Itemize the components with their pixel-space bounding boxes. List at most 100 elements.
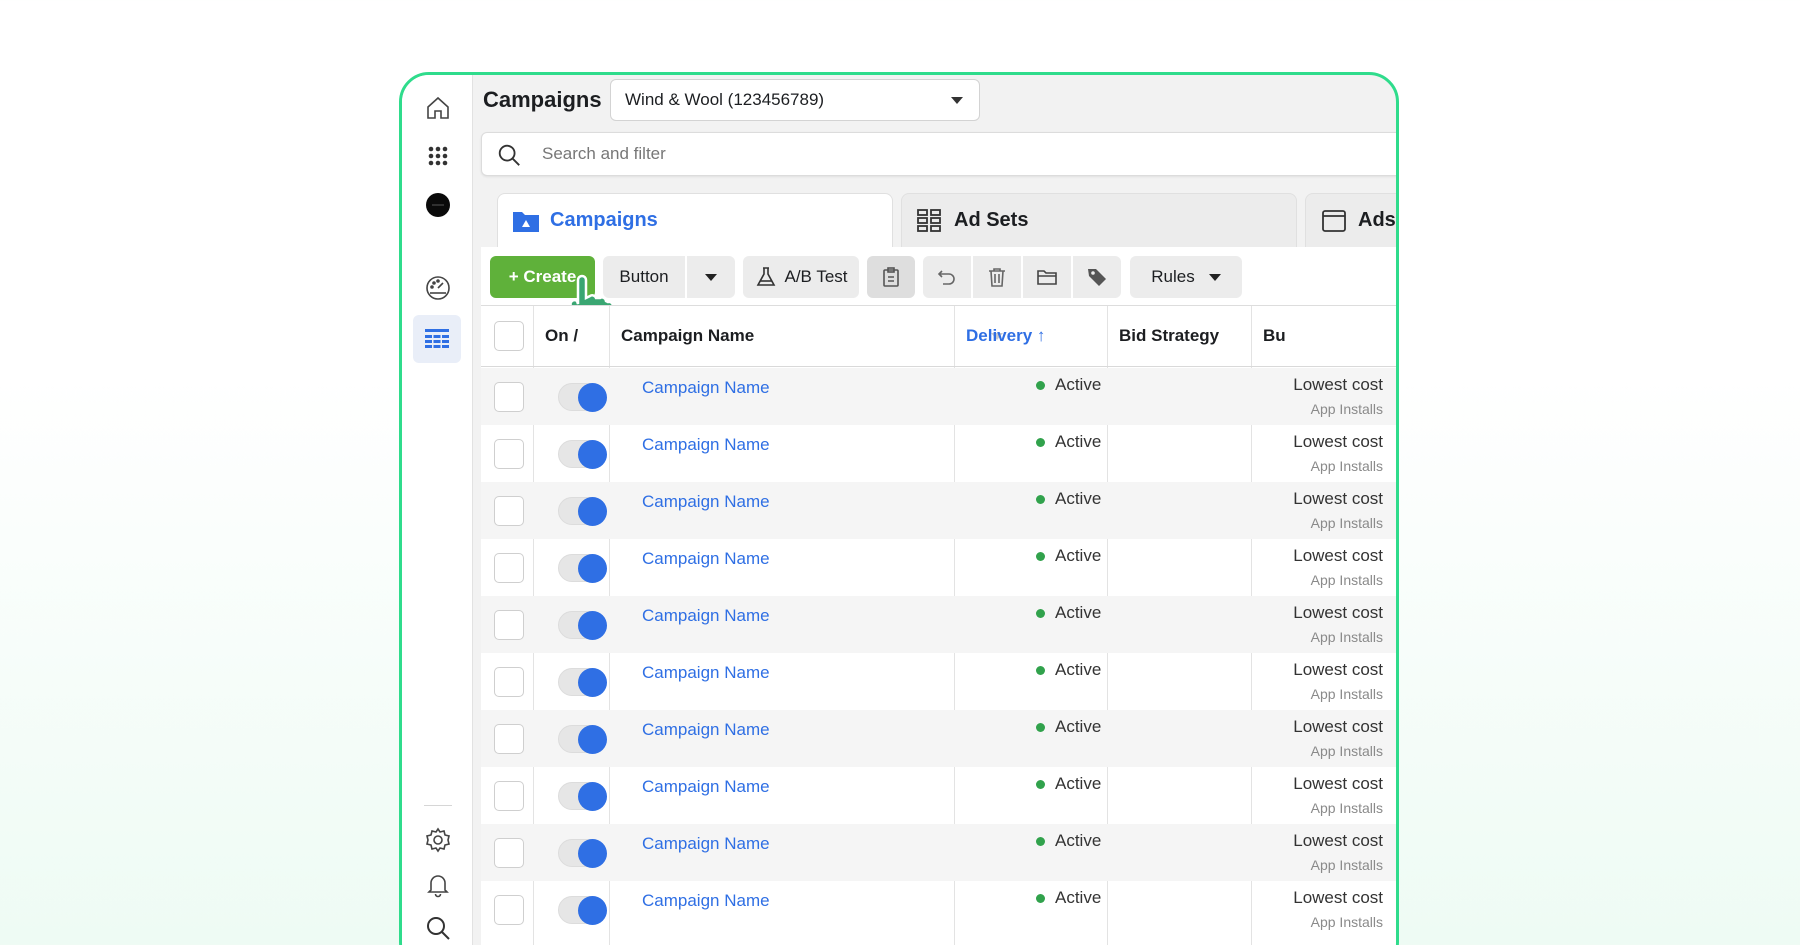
tab-campaigns-label: Campaigns	[550, 209, 658, 231]
apps-button[interactable]	[402, 133, 473, 179]
campaign-folder-icon	[513, 211, 539, 232]
status-dot	[1036, 665, 1045, 675]
rules-button[interactable]: Rules	[1130, 256, 1242, 298]
status-dot	[1036, 893, 1045, 903]
bid-strategy-value: Lowest cost	[1293, 489, 1383, 508]
bid-strategy-value: Lowest cost	[1293, 717, 1383, 736]
campaign-toggle[interactable]	[558, 725, 607, 754]
campaign-toggle[interactable]	[558, 440, 607, 469]
header-divider	[481, 366, 1396, 367]
chevron-down-icon	[705, 273, 717, 281]
column-header-bid-strategy[interactable]: Bid Strategy	[1107, 306, 1219, 366]
campaign-name-link[interactable]: Campaign Name	[642, 549, 770, 569]
bid-strategy-subtext: App Installs	[1310, 629, 1383, 645]
column-header-campaign-name[interactable]: Campaign Name	[609, 306, 754, 366]
table-row[interactable]: Campaign Name Active Lowest cost App Instal…	[481, 824, 1396, 881]
status-dot	[1036, 551, 1045, 561]
search-nav-button[interactable]	[402, 905, 473, 945]
grid-icon	[917, 208, 941, 232]
undo-button[interactable]	[923, 256, 971, 298]
move-folder-button[interactable]	[1023, 256, 1071, 298]
column-header-budget[interactable]: Bu	[1251, 306, 1286, 366]
row-checkbox[interactable]	[494, 496, 524, 526]
campaign-name-link[interactable]: Campaign Name	[642, 777, 770, 797]
row-checkbox[interactable]	[494, 781, 524, 811]
tag-icon	[1088, 269, 1106, 286]
bid-strategy-value: Lowest cost	[1293, 603, 1383, 622]
table-row[interactable]: Campaign Name Active Lowest cost App Instal…	[481, 368, 1396, 425]
row-checkbox[interactable]	[494, 439, 524, 469]
campaign-toggle[interactable]	[558, 611, 607, 640]
table-row[interactable]: Campaign Name Active Lowest cost App Instal…	[481, 653, 1396, 710]
main-panel: Campaigns Wind & Wool (123456789) Campai…	[473, 75, 1396, 945]
chevron-down-icon	[951, 97, 963, 104]
status-dot	[1036, 722, 1045, 732]
bid-strategy-value: Lowest cost	[1293, 660, 1383, 679]
campaign-name-link[interactable]: Campaign Name	[642, 834, 770, 854]
campaign-name-link[interactable]: Campaign Name	[642, 891, 770, 911]
app-window: Campaigns Wind & Wool (123456789) Campai…	[399, 72, 1399, 945]
status-dot	[1036, 779, 1045, 789]
ads-manager-table-icon	[425, 329, 449, 348]
campaign-name-link[interactable]: Campaign Name	[642, 720, 770, 740]
settings-button[interactable]	[402, 817, 473, 863]
performance-button[interactable]	[402, 265, 473, 311]
row-checkbox[interactable]	[494, 667, 524, 697]
table-row[interactable]: Campaign Name Active Lowest cost App Instal…	[481, 767, 1396, 824]
campaign-name-link[interactable]: Campaign Name	[642, 492, 770, 512]
row-checkbox[interactable]	[494, 553, 524, 583]
campaign-toggle[interactable]	[558, 554, 607, 583]
row-checkbox[interactable]	[494, 610, 524, 640]
page-title: Campaigns	[483, 87, 602, 112]
bid-strategy-subtext: App Installs	[1310, 572, 1383, 588]
status-dot	[1036, 494, 1045, 504]
table-row[interactable]: Campaign Name Active Lowest cost App Instal…	[481, 881, 1396, 938]
campaign-toggle[interactable]	[558, 896, 607, 925]
toggle-knob	[578, 383, 607, 412]
campaign-toggle[interactable]	[558, 839, 607, 868]
table-row[interactable]: Campaign Name Active Lowest cost App Instal…	[481, 425, 1396, 482]
delivery-status: Active	[1036, 660, 1101, 680]
account-selector[interactable]: Wind & Wool (123456789)	[610, 79, 980, 121]
row-checkbox[interactable]	[494, 838, 524, 868]
tag-button[interactable]	[1073, 256, 1121, 298]
tab-ads[interactable]: Ads	[1305, 193, 1396, 247]
ads-manager-button[interactable]	[413, 315, 461, 363]
search-input[interactable]	[542, 133, 1142, 175]
notifications-button[interactable]	[402, 861, 473, 907]
home-button[interactable]	[402, 85, 473, 131]
tab-campaigns[interactable]: Campaigns	[497, 193, 893, 247]
column-header-delivery[interactable]: Delivery ↑	[954, 306, 1045, 366]
row-checkbox[interactable]	[494, 724, 524, 754]
account-avatar-button[interactable]	[402, 182, 473, 228]
account-avatar-icon	[425, 193, 450, 217]
delivery-status: Active	[1036, 888, 1101, 908]
table-row[interactable]: Campaign Name Active Lowest cost App Instal…	[481, 710, 1396, 767]
campaign-name-link[interactable]: Campaign Name	[642, 663, 770, 683]
campaign-name-link[interactable]: Campaign Name	[642, 606, 770, 626]
table-row[interactable]: Campaign Name Active Lowest cost App Instal…	[481, 596, 1396, 653]
status-dot	[1036, 380, 1045, 390]
delete-button[interactable]	[973, 256, 1021, 298]
tab-ads-label: Ads	[1358, 209, 1396, 231]
tab-ad-sets[interactable]: Ad Sets	[901, 193, 1297, 247]
campaign-toggle[interactable]	[558, 668, 607, 697]
campaign-toggle[interactable]	[558, 497, 607, 526]
campaign-name-link[interactable]: Campaign Name	[642, 435, 770, 455]
campaign-toggle[interactable]	[558, 782, 607, 811]
duplicate-button[interactable]	[867, 256, 915, 298]
column-header-on-off[interactable]: On /	[533, 306, 578, 366]
status-text: Active	[1055, 489, 1102, 508]
row-checkbox[interactable]	[494, 382, 524, 412]
search-bar[interactable]	[481, 132, 1396, 176]
table-row[interactable]: Campaign Name Active Lowest cost App Instal…	[481, 482, 1396, 539]
bid-strategy-subtext: App Installs	[1310, 743, 1383, 759]
toggle-knob	[578, 440, 607, 469]
row-checkbox[interactable]	[494, 895, 524, 925]
campaign-toggle[interactable]	[558, 383, 607, 412]
campaign-name-link[interactable]: Campaign Name	[642, 378, 770, 398]
select-all-checkbox[interactable]	[494, 321, 524, 351]
button-dropdown[interactable]	[687, 256, 735, 298]
ab-test-button[interactable]: A/B Test	[743, 256, 859, 298]
table-row[interactable]: Campaign Name Active Lowest cost App Instal…	[481, 539, 1396, 596]
